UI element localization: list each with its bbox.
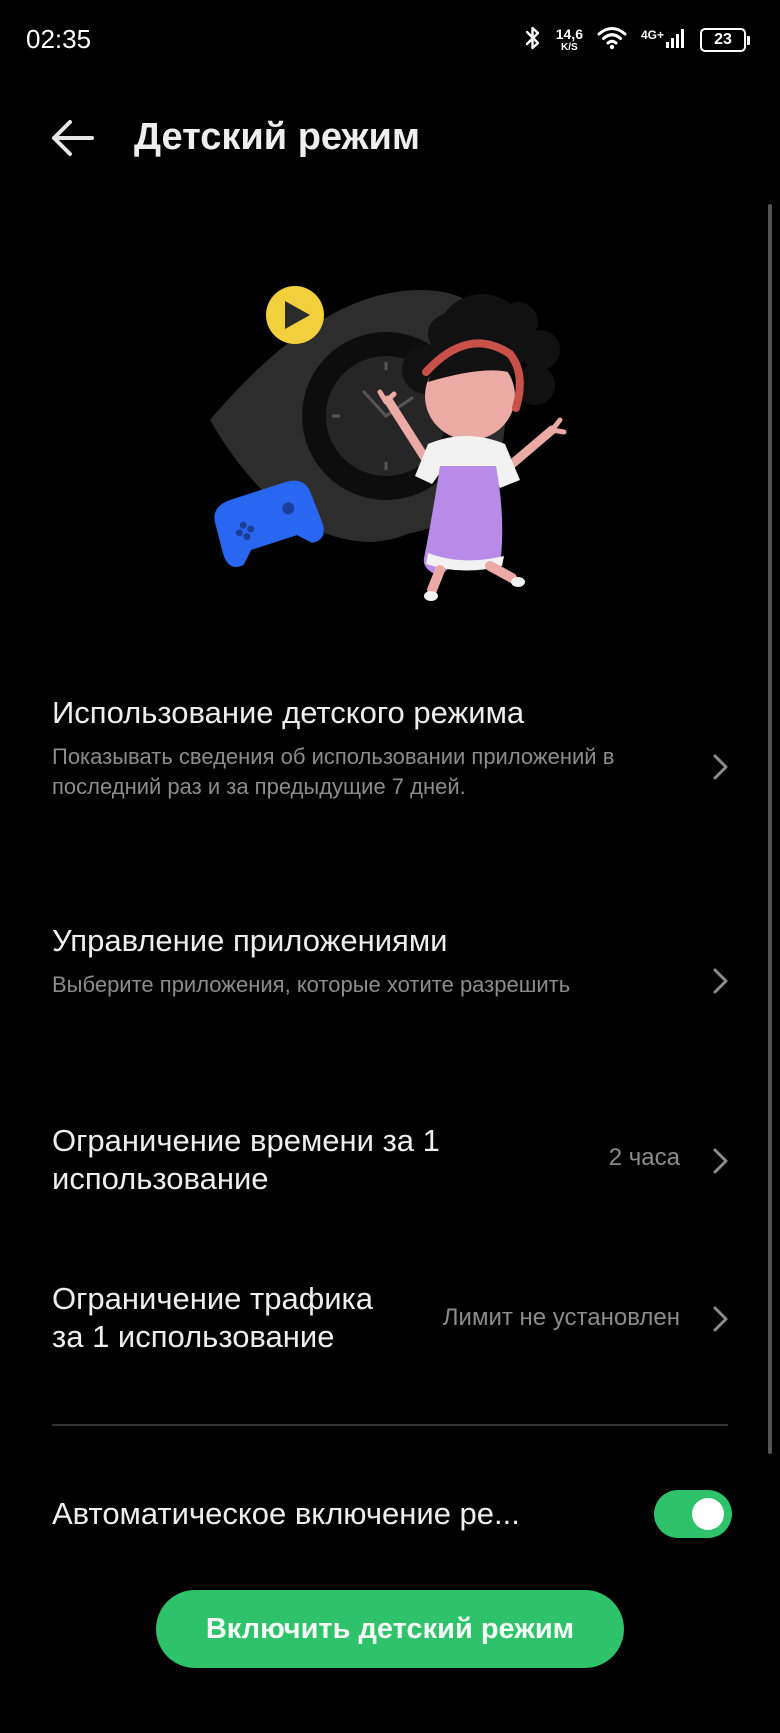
status-bar: 02:35 14,6 K/S 4G+ 23 (0, 0, 780, 80)
back-button[interactable] (44, 114, 100, 166)
status-icons: 14,6 K/S 4G+ 23 (524, 22, 750, 58)
chevron-right-icon (708, 966, 732, 996)
back-arrow-icon (48, 118, 96, 163)
kids-mode-illustration (200, 270, 600, 650)
network-speed: 14,6 K/S (556, 27, 583, 53)
auto-enable-row: Автоматическое включение ре... (52, 1490, 732, 1538)
time-limit-title: Ограничение времени за 1 использование (52, 1123, 440, 1196)
battery-level: 23 (714, 31, 732, 48)
traffic-limit-value: Лимит не установлен (442, 1304, 680, 1331)
app-header: Детский режим (0, 100, 780, 180)
enable-kids-mode-button[interactable]: Включить детский режим (156, 1590, 624, 1668)
chevron-right-icon (708, 752, 732, 782)
traffic-limit-row[interactable]: Ограничение трафика за 1 использование Л… (52, 1280, 732, 1360)
wifi-icon (597, 26, 627, 55)
page-title: Детский режим (134, 116, 420, 158)
toggle-knob (692, 1498, 724, 1530)
network-type: 4G+ (640, 27, 664, 42)
time-limit-row[interactable]: Ограничение времени за 1 использование 2… (52, 1122, 732, 1202)
status-time: 02:35 (26, 24, 92, 54)
network-speed-unit: K/S (561, 42, 578, 53)
traffic-limit-title: Ограничение трафика за 1 использование (52, 1281, 374, 1354)
section-divider (52, 1424, 728, 1426)
auto-enable-toggle[interactable] (654, 1490, 732, 1538)
time-limit-value: 2 часа (608, 1144, 680, 1171)
app-management-subtitle: Выберите приложения, которые хотите разр… (52, 972, 571, 997)
signal-bars-icon (666, 28, 686, 53)
app-management-row[interactable]: Управление приложениями Выберите приложе… (52, 922, 732, 1042)
app-management-title: Управление приложениями (52, 923, 448, 958)
kids-mode-usage-subtitle: Показывать сведения об использовании при… (52, 744, 615, 799)
kids-mode-usage-row[interactable]: Использование детского режима Показывать… (52, 694, 732, 844)
auto-enable-label: Автоматическое включение ре... (52, 1496, 520, 1531)
bluetooth-icon (524, 25, 542, 56)
chevron-right-icon (708, 1304, 732, 1334)
kids-mode-usage-title: Использование детского режима (52, 695, 525, 730)
chevron-right-icon (708, 1146, 732, 1176)
battery-icon: 23 (700, 28, 750, 52)
cellular-signal: 4G+ (641, 28, 686, 53)
network-speed-value: 14,6 (555, 26, 583, 42)
scrollbar[interactable] (768, 204, 772, 1454)
